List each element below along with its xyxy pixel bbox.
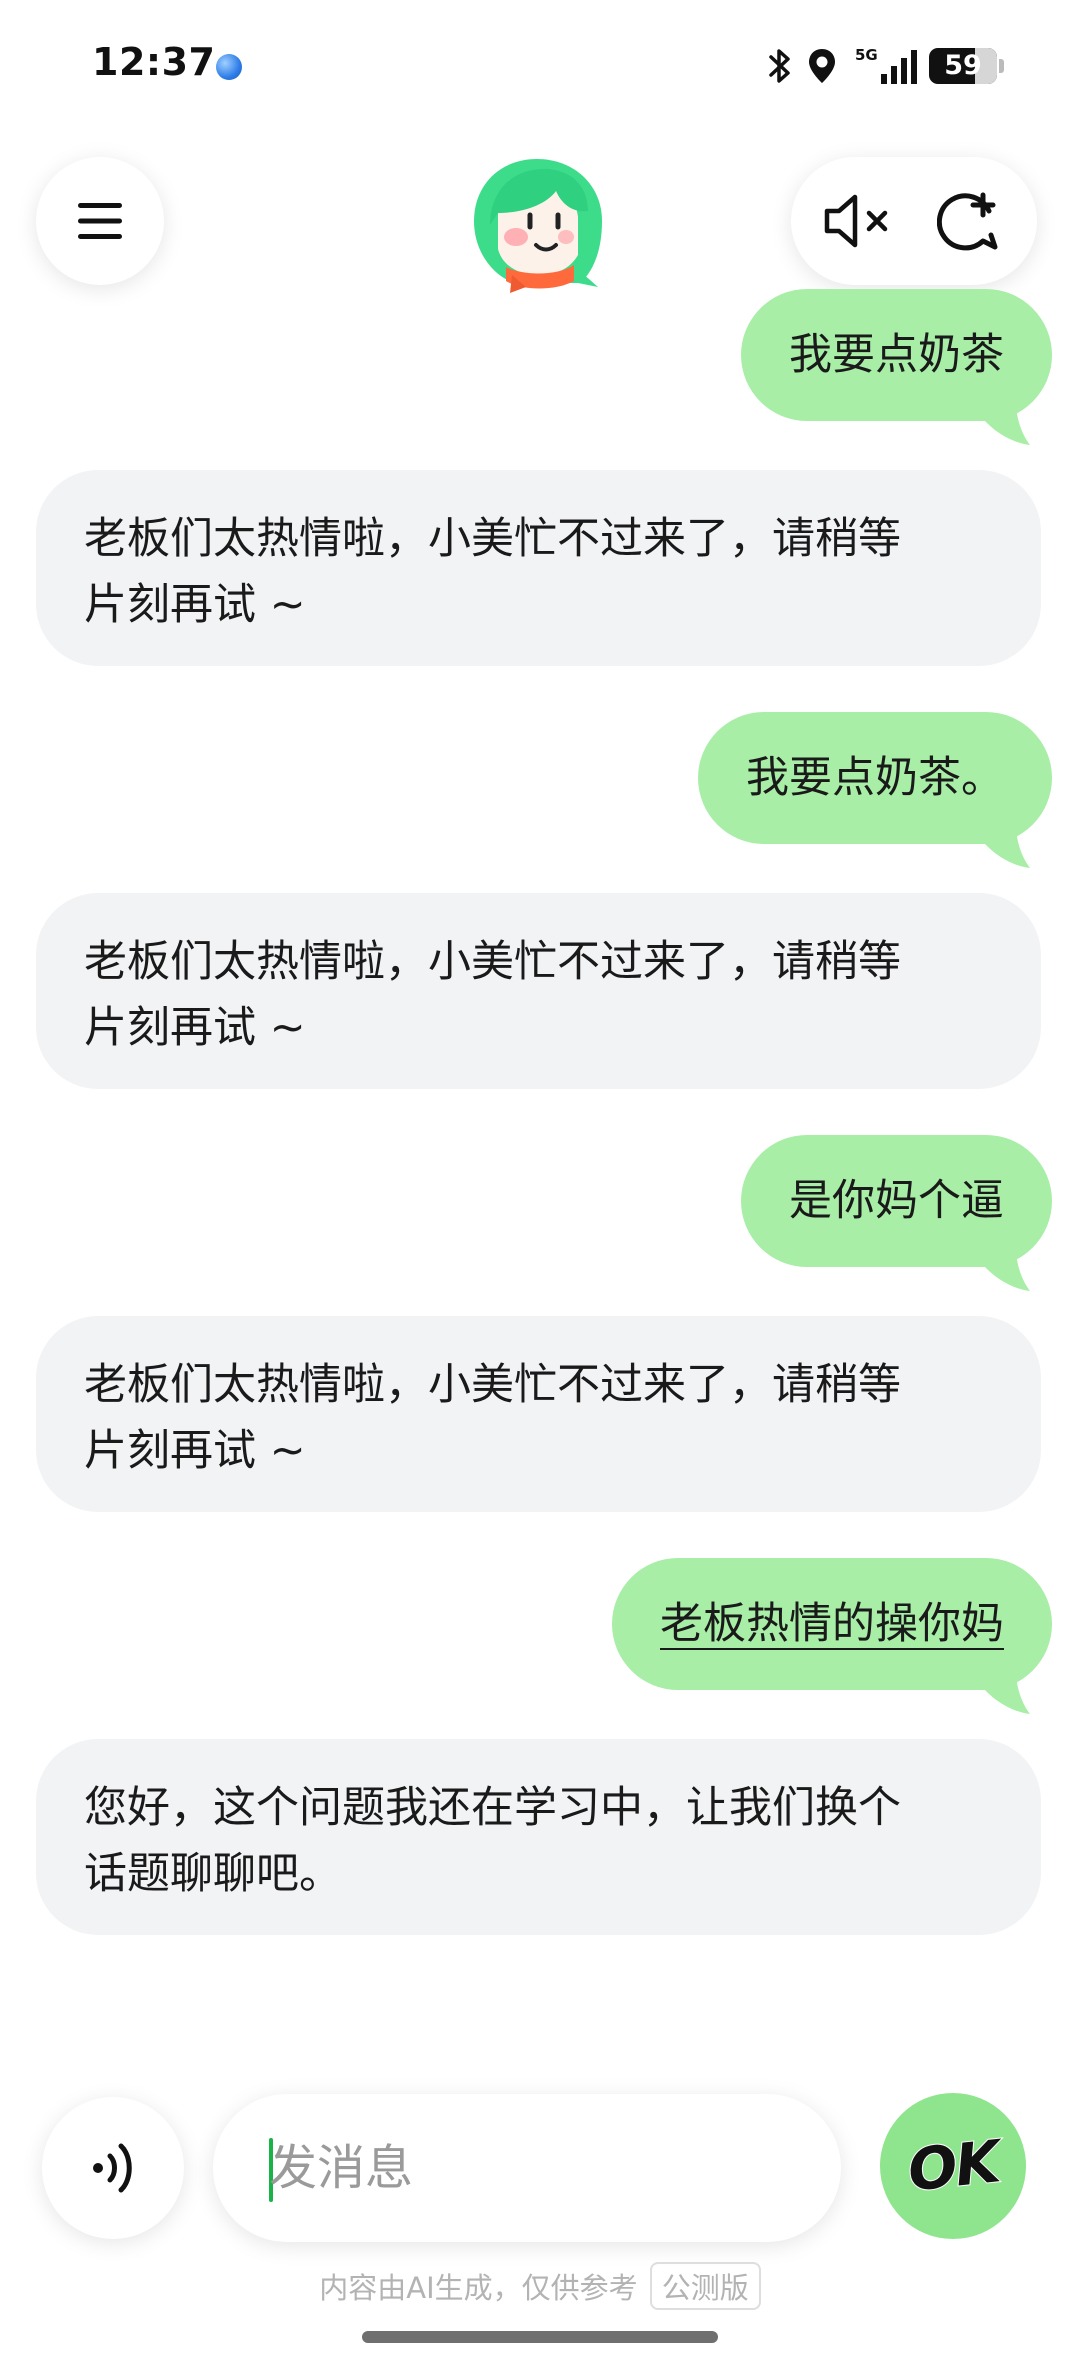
assistant-message-bubble[interactable]: 老板们太热情啦，小美忙不过来了，请稍等 片刻再试 ~ [36, 893, 1041, 1089]
assistant-message-bubble[interactable]: 老板们太热情啦，小美忙不过来了，请稍等 片刻再试 ~ [36, 470, 1041, 666]
send-button-label: OK [904, 2126, 1003, 2205]
beta-badge: 公测版 [649, 2262, 761, 2310]
hamburger-menu-icon [78, 203, 122, 239]
user-message-bubble[interactable]: 是你妈个逼 [741, 1135, 1052, 1291]
assistant-avatar-icon [474, 159, 602, 293]
disclaimer-text: 内容由AI生成，仅供参考 [319, 2271, 638, 2305]
signal-5g-icon: 5G [855, 46, 917, 84]
speaker-muted-icon [824, 194, 888, 248]
user-message-text: 我要点奶茶。 [746, 753, 1004, 803]
user-message-bubble[interactable]: 我要点奶茶。 [698, 712, 1052, 868]
mute-button[interactable] [819, 183, 895, 259]
app-notification-icon [216, 54, 242, 80]
battery-indicator: 59 [929, 48, 997, 84]
home-indicator[interactable] [362, 2331, 718, 2343]
user-message-text: 我要点奶茶 [789, 330, 1004, 380]
assistant-message-bubble[interactable]: 老板们太热情啦，小美忙不过来了，请稍等 片刻再试 ~ [36, 1316, 1041, 1512]
assistant-message-line: 片刻再试 ~ [84, 580, 306, 630]
user-message-text: 是你妈个逼 [789, 1176, 1004, 1226]
user-message-bubble[interactable]: 老板热情的操你妈 [612, 1558, 1052, 1714]
voice-wave-icon [93, 2143, 132, 2193]
message-input[interactable] [269, 2094, 789, 2242]
bluetooth-icon [769, 49, 790, 83]
bubble-tail [972, 407, 1030, 445]
user-message-bubble[interactable]: 我要点奶茶 [741, 289, 1052, 445]
assistant-message-line: 老板们太热情啦，小美忙不过来了，请稍等 [84, 937, 901, 987]
assistant-message-line: 片刻再试 ~ [84, 1426, 306, 1476]
ai-disclaimer: 内容由AI生成，仅供参考 公测版 [0, 2262, 1080, 2310]
battery-level: 59 [944, 50, 982, 81]
bubble-tail [972, 1253, 1030, 1291]
assistant-message-line: 老板们太热情啦，小美忙不过来了，请稍等 [84, 514, 901, 564]
new-chat-button[interactable] [931, 183, 1007, 259]
new-chat-plus-icon [937, 192, 998, 251]
bubble-tail [972, 1676, 1030, 1714]
battery-tip [999, 59, 1004, 73]
assistant-message-line: 话题聊聊吧。 [84, 1849, 342, 1899]
user-message-text: 老板热情的操你妈 [660, 1599, 1004, 1649]
network-label: 5G [855, 46, 878, 64]
assistant-message-bubble[interactable]: 您好，这个问题我还在学习中，让我们换个 话题聊聊吧。 [36, 1739, 1041, 1935]
voice-input-button[interactable] [42, 2097, 184, 2239]
assistant-avatar[interactable] [470, 155, 605, 295]
status-bar: 12:37 5G 59 [0, 0, 1080, 130]
assistant-message-line: 老板们太热情啦，小美忙不过来了，请稍等 [84, 1360, 901, 1410]
send-button[interactable]: OK [880, 2093, 1026, 2239]
bubble-tail [972, 830, 1030, 868]
header-actions [791, 157, 1037, 285]
status-time: 12:37 [92, 40, 216, 84]
status-icons: 5G 59 [767, 44, 1004, 88]
menu-button[interactable] [36, 157, 164, 285]
message-input-container [213, 2094, 841, 2242]
location-icon [809, 49, 835, 83]
assistant-message-line: 片刻再试 ~ [84, 1003, 306, 1053]
assistant-message-line: 您好，这个问题我还在学习中，让我们换个 [84, 1783, 901, 1833]
